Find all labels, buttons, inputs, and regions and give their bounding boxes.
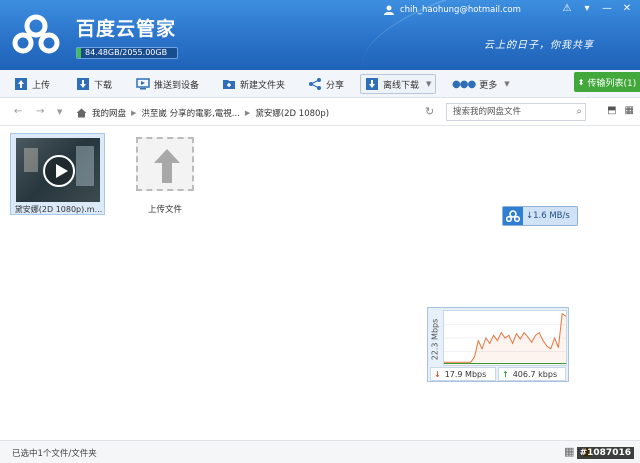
window-controls: ⚠ ▾ — ✕ xyxy=(558,1,636,17)
app-title: 百度云管家 xyxy=(76,18,177,40)
download-speed-value: 17.9 Mbps xyxy=(444,369,487,379)
refresh-icon[interactable]: ↻ xyxy=(425,105,434,118)
history-dropdown-icon[interactable]: ▼ xyxy=(57,108,62,116)
storage-quota-text: 84.48GB/2055.00GB xyxy=(85,48,168,57)
play-icon[interactable] xyxy=(43,155,75,187)
search-input[interactable] xyxy=(447,104,565,120)
breadcrumb-item-current[interactable]: 黛安娜(2D 1080p) xyxy=(255,107,329,119)
device-icon xyxy=(136,78,150,90)
offline-download-label: 离线下载 xyxy=(383,80,420,91)
minimize-icon[interactable]: — xyxy=(598,1,616,17)
breadcrumb-separator-icon: ▶ xyxy=(244,108,251,117)
cloud-icon xyxy=(503,207,523,225)
chevron-down-icon: ▼ xyxy=(504,80,510,88)
selection-status: 已选中1个文件/文件夹 xyxy=(12,449,97,459)
share-icon xyxy=(309,78,321,90)
graph-plot xyxy=(443,310,567,366)
speed-value: 1.6 MB/s xyxy=(533,211,570,221)
upload-label: 上传 xyxy=(32,80,51,91)
chevron-down-icon[interactable]: ▼ xyxy=(426,80,431,88)
breadcrumb-item-root[interactable]: 我的网盘 xyxy=(92,107,126,119)
transfer-list-button[interactable]: ⬍ 传输列表(1) xyxy=(574,72,640,92)
back-arrow-icon[interactable]: ← xyxy=(14,106,22,117)
forward-arrow-icon[interactable]: → xyxy=(36,106,44,117)
graph-ylabel: 22.3 Mbps xyxy=(430,318,440,361)
user-area: chih_haohung@hotmail.com xyxy=(384,3,521,17)
notification-icon[interactable]: ⚠ xyxy=(558,1,576,17)
new-folder-icon xyxy=(223,80,235,89)
address-bar: ← → ▼ 我的网盘 ▶ 洪至崴 分享的電影,電視... ▶ 黛安娜(2D 10… xyxy=(0,99,640,126)
upload-arrow-icon xyxy=(154,149,180,183)
download-speed-stat: ↓ 17.9 Mbps xyxy=(430,367,496,381)
sort-icon[interactable]: ⬒ xyxy=(607,105,616,116)
upload-file-tile[interactable]: 上传文件 xyxy=(134,137,196,215)
home-icon xyxy=(76,108,87,117)
download-label: 下载 xyxy=(94,80,113,91)
file-name: 黛安娜(2D 1080p).m... xyxy=(14,205,103,214)
file-item-video[interactable]: 黛安娜(2D 1080p).m... xyxy=(10,133,105,215)
view-switcher: ⬒ ▦ xyxy=(607,105,634,116)
breadcrumb: 我的网盘 ▶ 洪至崴 分享的電影,電視... ▶ 黛安娜(2D 1080p) xyxy=(76,104,440,121)
file-grid: 黛安娜(2D 1080p).m... 上传文件 ↓ 1.6 MB/s 22.3 … xyxy=(0,127,640,437)
offline-download-button[interactable]: 离线下载 ▼ xyxy=(360,74,437,94)
app-header: 百度云管家 84.48GB/2055.00GB chih_haohung@hot… xyxy=(0,0,640,70)
download-series-area xyxy=(444,313,566,365)
video-thumbnail xyxy=(16,138,100,202)
speed-badge[interactable]: ↓ 1.6 MB/s xyxy=(502,206,578,226)
watermark: #1087016 xyxy=(576,447,634,459)
search-box: ⌕ xyxy=(446,103,586,121)
push-to-device-label: 推送到设备 xyxy=(154,80,200,91)
new-folder-button[interactable]: 新建文件夹 xyxy=(222,74,285,94)
upload-dropzone[interactable] xyxy=(136,137,194,191)
transfer-list-label: 传输列表(1) xyxy=(587,78,637,89)
upload-speed-stat: ↑ 406.7 kbps xyxy=(498,367,566,381)
speed-graph-widget[interactable]: 22.3 Mbps ↓ 17.9 Mbps ↑ 406.7 kbps xyxy=(427,307,569,382)
storage-quota-fill xyxy=(77,48,82,58)
grid-view-icon[interactable]: ▦ xyxy=(625,105,634,116)
speed-graph-svg xyxy=(444,312,567,365)
download-button[interactable]: 下载 xyxy=(76,74,112,94)
more-label: 更多 xyxy=(479,80,498,91)
more-dots-icon: ●●● xyxy=(452,78,476,90)
download-arrow-icon: ↓ xyxy=(526,211,534,221)
offline-download-icon xyxy=(366,78,378,90)
close-icon[interactable]: ✕ xyxy=(618,1,636,17)
search-icon[interactable]: ⌕ xyxy=(576,106,582,117)
upload-file-label: 上传文件 xyxy=(147,205,182,215)
settings-dropdown-icon[interactable]: ▾ xyxy=(578,1,596,17)
upload-icon xyxy=(15,78,27,90)
transfer-icon: ⬍ xyxy=(577,77,585,87)
download-icon xyxy=(77,78,89,90)
upload-speed-value: 406.7 kbps xyxy=(512,369,558,379)
main-toolbar: 上传 下载 推送到设备 新建文件夹 分享 离线下载 ▼ ●●● 更多 ▼ ⬍ 传… xyxy=(0,70,640,98)
baidu-cloud-logo-icon xyxy=(12,14,60,54)
share-button[interactable]: 分享 xyxy=(308,74,344,94)
thumbnail-detail xyxy=(76,146,94,186)
user-email[interactable]: chih_haohung@hotmail.com xyxy=(400,5,521,15)
grid-icon[interactable]: ▦ xyxy=(564,445,574,458)
slogan: 云上的日子，你我共享 xyxy=(484,40,594,51)
thumbnail-detail xyxy=(24,148,38,172)
share-label: 分享 xyxy=(326,80,345,91)
breadcrumb-separator-icon: ▶ xyxy=(131,108,137,117)
breadcrumb-item-share[interactable]: 洪至崴 分享的電影,電視... xyxy=(141,107,240,119)
upload-button[interactable]: 上传 xyxy=(14,74,50,94)
new-folder-label: 新建文件夹 xyxy=(240,80,286,91)
user-icon xyxy=(384,5,394,15)
more-button[interactable]: ●●● 更多 ▼ xyxy=(452,74,510,94)
status-bar: 已选中1个文件/文件夹 ▦ ■ #1087016 xyxy=(0,440,640,463)
storage-quota-bar: 84.48GB/2055.00GB xyxy=(76,47,178,59)
download-arrow-icon: ↓ xyxy=(434,369,441,379)
push-to-device-button[interactable]: 推送到设备 xyxy=(136,74,199,94)
upload-arrow-icon: ↑ xyxy=(502,369,509,379)
